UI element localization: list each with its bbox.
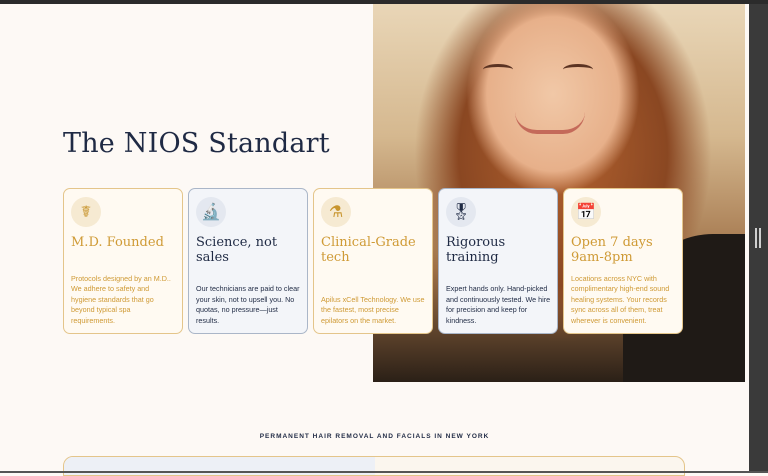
feature-card-description: Locations across NYC with complimentary … <box>571 273 670 325</box>
feature-card-open-days: 📅 Open 7 days 9am-8pm Locations across N… <box>563 188 683 334</box>
feature-card-training: 🎖 Rigorous training Expert hands only. H… <box>438 188 558 334</box>
photo-eye-left <box>483 64 513 75</box>
feature-card-md-founded: ☤ M.D. Founded Protocols designed by an … <box>63 188 183 334</box>
feature-card-title: Clinical-Grade tech <box>321 235 416 265</box>
feature-card-title: Science, not sales <box>196 235 278 265</box>
page-title: The NIOS Standart <box>63 128 330 159</box>
feature-card-title: M.D. Founded <box>71 235 164 250</box>
feature-card-description: Our technicians are paid to clear your s… <box>196 284 300 325</box>
feature-card-title: Open 7 days 9am-8pm <box>571 235 653 265</box>
feature-card-clinical-tech: ⚗ Clinical-Grade tech Apilus xCell Techn… <box>313 188 433 334</box>
feature-card-description: Apilus xCell Technology. We use the fast… <box>321 294 425 325</box>
beaker-icon: ⚗ <box>321 197 351 227</box>
feature-card-science: 🔬 Science, not sales Our technicians are… <box>188 188 308 334</box>
next-section-panel <box>63 456 685 476</box>
award-ribbon-icon: 🎖 <box>446 197 476 227</box>
scrollbar-track[interactable] <box>749 4 768 473</box>
scrollbar-grip-icon[interactable] <box>755 228 761 248</box>
feature-card-description: Expert hands only. Hand-picked and conti… <box>446 284 551 325</box>
feature-card-description: Protocols designed by an M.D.. We adhere… <box>71 273 171 325</box>
calendar-clock-icon: 📅 <box>571 197 601 227</box>
tagline: PERMANENT HAIR REMOVAL AND FACIALS IN NE… <box>259 433 490 440</box>
microscope-icon: 🔬 <box>196 197 226 227</box>
caduceus-icon: ☤ <box>71 197 101 227</box>
photo-smile <box>515 112 585 134</box>
photo-eye-right <box>563 64 593 75</box>
feature-card-title: Rigorous training <box>446 235 506 265</box>
